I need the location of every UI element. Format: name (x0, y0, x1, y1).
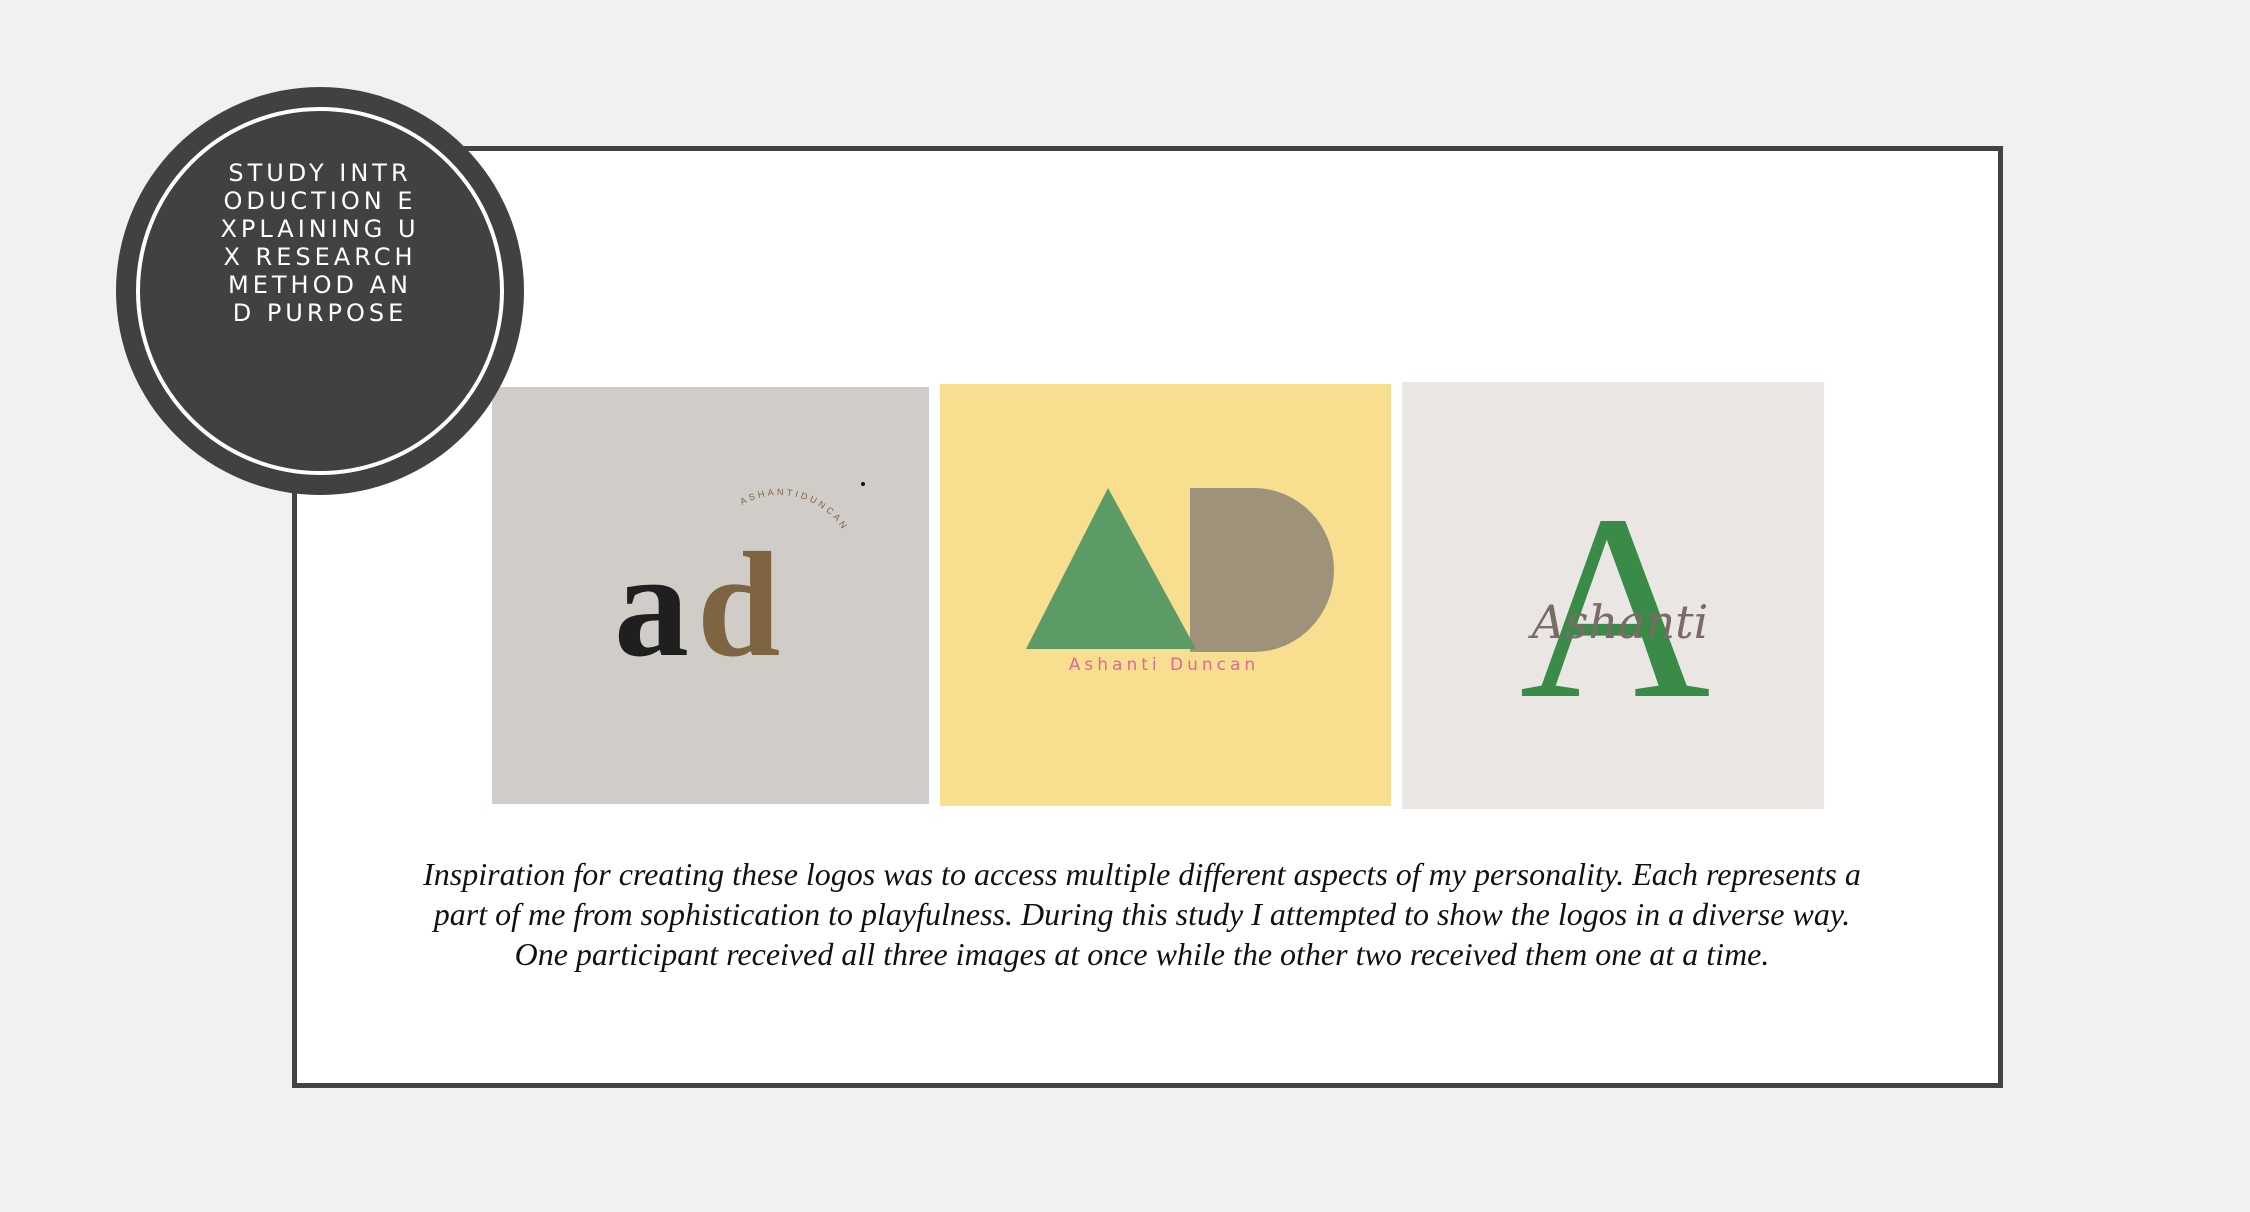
logo-triangle-d-image: Ashanti Duncan (940, 384, 1391, 806)
logo-a-script-image: A Ashanti (1402, 382, 1824, 809)
logo-name-text: Ashanti Duncan (1069, 655, 1259, 675)
logo-panel-a-script: A Ashanti (1402, 382, 1824, 809)
logo-ad-letter-a: a (614, 522, 689, 688)
logo-a-script-text: Ashanti (1528, 595, 1709, 649)
caption-text: Inspiration for creating these logos was… (423, 856, 1861, 972)
logo-ad-dot (861, 482, 865, 486)
logo-ad-image: ASHANTIDUNCAN a d (492, 387, 929, 804)
logo-ad-letter-d: d (697, 522, 780, 688)
badge-text: STUDY INTRODUCTION EXPLAINING UX RESEARC… (220, 159, 420, 327)
logo-panel-ad: ASHANTIDUNCAN a d (492, 387, 929, 804)
logo-panel-triangle-d: Ashanti Duncan (940, 384, 1391, 806)
study-badge: STUDY INTRODUCTION EXPLAINING UX RESEARC… (116, 87, 524, 495)
